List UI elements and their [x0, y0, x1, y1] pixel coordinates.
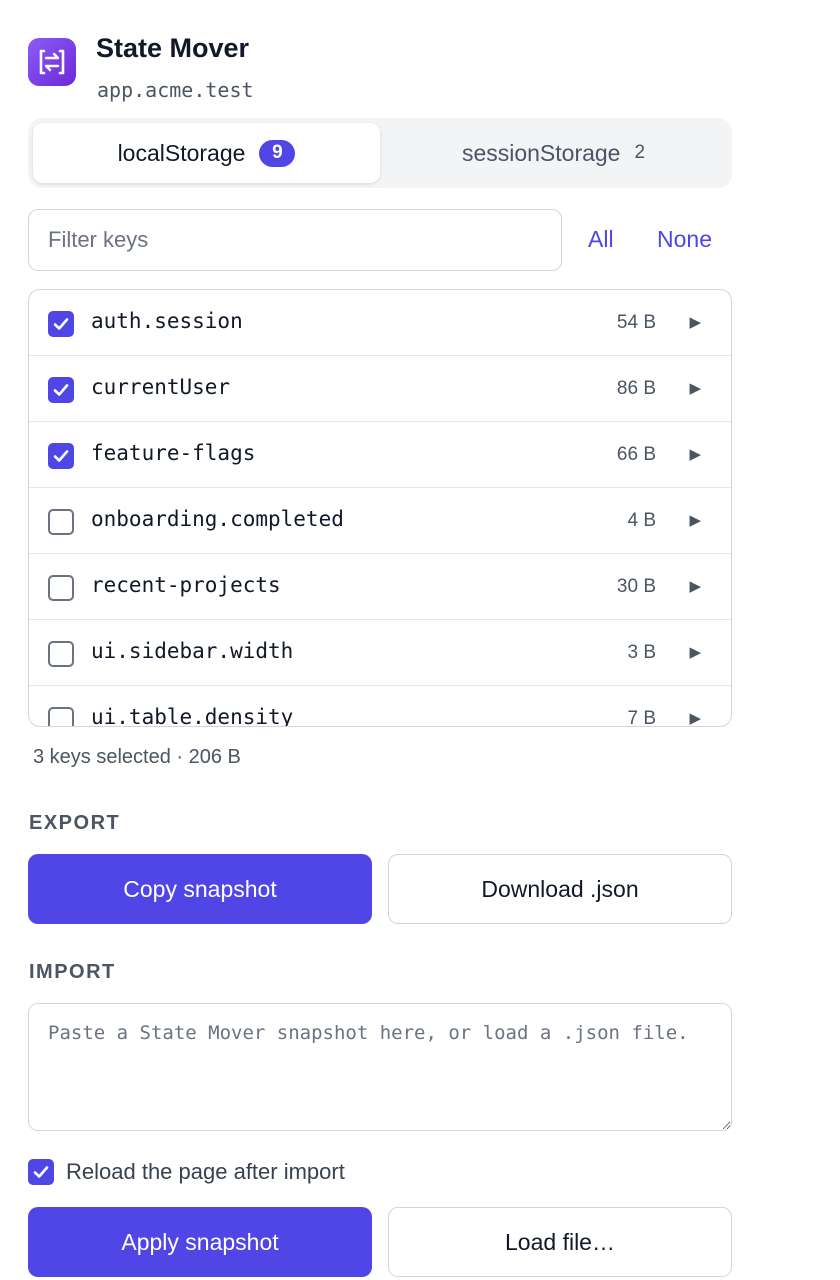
- import-section-label: IMPORT: [29, 961, 116, 983]
- app-header: State Mover app.acme.test: [28, 33, 732, 102]
- key-row[interactable]: recent-projects 30 B ▶: [29, 554, 731, 620]
- download-json-button[interactable]: Download .json: [388, 854, 732, 924]
- apply-snapshot-button[interactable]: Apply snapshot: [28, 1207, 372, 1277]
- count-badge: 9: [259, 139, 296, 167]
- key-row[interactable]: currentUser 86 B ▶: [29, 356, 731, 422]
- key-name: auth.session: [91, 309, 243, 333]
- select-none-button[interactable]: None: [657, 226, 712, 253]
- tab-label: localStorage: [117, 139, 246, 166]
- checkmark-icon: [33, 1166, 49, 1178]
- key-size: 66 B: [616, 444, 656, 465]
- key-row[interactable]: feature-flags 66 B ▶: [29, 422, 731, 488]
- key-size: 3 B: [627, 642, 656, 663]
- load-file-button[interactable]: Load file…: [388, 1207, 732, 1277]
- key-size: 4 B: [627, 510, 656, 531]
- storage-tabs: localStorage 9 sessionStorage 2: [28, 118, 732, 188]
- key-checkbox[interactable]: [48, 641, 74, 667]
- tab-sessionstorage[interactable]: sessionStorage 2: [380, 123, 727, 183]
- expand-arrow-icon[interactable]: ▶: [689, 511, 701, 529]
- count-label: 2: [634, 142, 646, 163]
- key-checkbox[interactable]: [48, 575, 74, 601]
- key-row[interactable]: auth.session 54 B ▶: [29, 290, 731, 356]
- select-all-button[interactable]: All: [588, 226, 614, 253]
- checkmark-icon: [53, 450, 69, 462]
- key-checkbox[interactable]: [48, 509, 74, 535]
- expand-arrow-icon[interactable]: ▶: [689, 445, 701, 463]
- filter-row: All None: [28, 209, 732, 271]
- expand-arrow-icon[interactable]: ▶: [689, 577, 701, 595]
- expand-arrow-icon[interactable]: ▶: [689, 643, 701, 661]
- expand-arrow-icon[interactable]: ▶: [689, 379, 701, 397]
- reload-after-import-option[interactable]: Reload the page after import: [28, 1158, 528, 1188]
- reload-label: Reload the page after import: [66, 1159, 345, 1184]
- reload-checkbox[interactable]: [28, 1159, 54, 1185]
- copy-snapshot-button[interactable]: Copy snapshot: [28, 854, 372, 924]
- key-name: ui.sidebar.width: [91, 639, 294, 663]
- swap-arrows-icon: [28, 38, 76, 86]
- key-name: currentUser: [91, 375, 231, 399]
- tab-localstorage[interactable]: localStorage 9: [33, 123, 380, 183]
- snapshot-textarea[interactable]: [28, 1003, 732, 1131]
- checkmark-icon: [53, 384, 69, 396]
- app-title: State Mover: [96, 33, 250, 63]
- selection-summary: 3 keys selected · 206 B: [33, 746, 241, 768]
- checkmark-icon: [53, 318, 69, 330]
- key-row[interactable]: onboarding.completed 4 B ▶: [29, 488, 731, 554]
- key-size: 30 B: [616, 576, 656, 597]
- key-name: onboarding.completed: [91, 507, 344, 531]
- key-name: recent-projects: [91, 573, 281, 597]
- tab-label: sessionStorage: [461, 139, 621, 166]
- key-size: 7 B: [627, 708, 656, 727]
- key-checkbox[interactable]: [48, 311, 74, 337]
- key-name: ui.table.density: [91, 705, 294, 727]
- key-size: 54 B: [616, 312, 656, 333]
- key-row[interactable]: ui.sidebar.width 3 B ▶: [29, 620, 731, 686]
- export-section-label: EXPORT: [29, 812, 121, 834]
- key-size: 86 B: [616, 378, 656, 399]
- expand-arrow-icon[interactable]: ▶: [689, 313, 701, 331]
- app-host: app.acme.test: [97, 78, 254, 102]
- expand-arrow-icon[interactable]: ▶: [689, 709, 701, 726]
- key-checkbox[interactable]: [48, 443, 74, 469]
- key-checkbox[interactable]: [48, 377, 74, 403]
- key-name: feature-flags: [91, 441, 256, 465]
- key-checkbox[interactable]: [48, 707, 74, 726]
- filter-keys-input[interactable]: [28, 209, 562, 271]
- key-list: auth.session 54 B ▶ currentUser 86 B ▶ feature…: [28, 289, 732, 727]
- key-row[interactable]: ui.table.density 7 B ▶: [29, 686, 731, 727]
